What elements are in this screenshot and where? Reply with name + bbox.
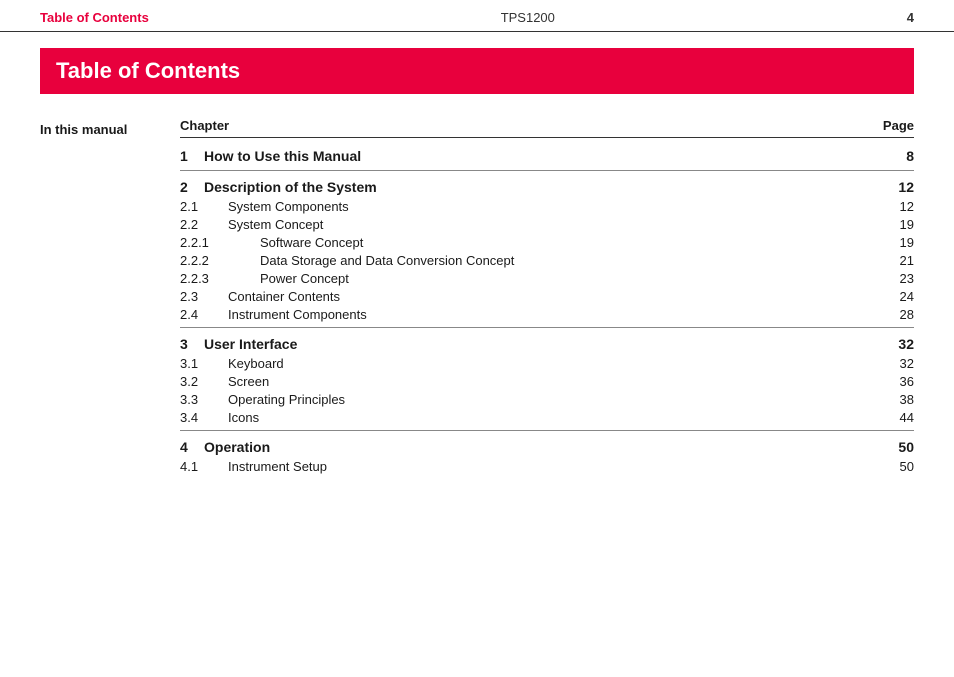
sub-3-2: 3.2 Screen 36 [180, 372, 914, 390]
sub-3-4: 3.4 Icons 44 [180, 408, 914, 426]
sub-4-1: 4.1 Instrument Setup 50 [180, 457, 914, 475]
chapter-3-num: 3 [180, 336, 204, 352]
chapter-3-page: 32 [898, 336, 914, 352]
sub-4-1-title: Instrument Setup [228, 459, 327, 474]
sub-4-1-page: 50 [900, 459, 914, 474]
chapter-2-title: Description of the System [204, 179, 377, 195]
header-right: 4 [907, 10, 914, 25]
subsub-2-2-3: 2.2.3 Power Concept 23 [180, 269, 914, 287]
subsub-2-2-1-page: 19 [900, 235, 914, 250]
chapter-3-entry: 3 User Interface 32 [180, 334, 914, 354]
chapter-1-block: 1 How to Use this Manual 8 [180, 146, 914, 166]
chapter-3-block: 3 User Interface 32 3.1 Keyboard 32 3.2 … [180, 327, 914, 426]
sub-3-2-page: 36 [900, 374, 914, 389]
toc-header-row: Chapter Page [180, 118, 914, 138]
chapter-1-title: How to Use this Manual [204, 148, 361, 164]
sub-3-3: 3.3 Operating Principles 38 [180, 390, 914, 408]
chapter-4-block: 4 Operation 50 4.1 Instrument Setup 50 [180, 430, 914, 475]
sub-3-1-num: 3.1 [180, 356, 228, 371]
chapter-4-num: 4 [180, 439, 204, 455]
toc-col-chapter: Chapter [180, 118, 229, 133]
sub-2-1-num: 2.1 [180, 199, 228, 214]
chapter-1-num: 1 [180, 148, 204, 164]
subsub-2-2-3-num: 2.2.3 [180, 271, 260, 286]
sub-3-1-title: Keyboard [228, 356, 284, 371]
sub-2-3-page: 24 [900, 289, 914, 304]
toc-table: Chapter Page 1 How to Use this Manual 8 … [180, 118, 914, 479]
subsub-2-2-3-page: 23 [900, 271, 914, 286]
chapter-2-num: 2 [180, 179, 204, 195]
title-bar: Table of Contents [40, 48, 914, 94]
subsub-2-2-2-num: 2.2.2 [180, 253, 260, 268]
subsub-2-2-2-title: Data Storage and Data Conversion Concept [260, 253, 514, 268]
subsub-2-2-2: 2.2.2 Data Storage and Data Conversion C… [180, 251, 914, 269]
sub-2-4: 2.4 Instrument Components 28 [180, 305, 914, 323]
chapter-3-title: User Interface [204, 336, 297, 352]
page-title: Table of Contents [56, 58, 898, 84]
chapter-2-entry: 2 Description of the System 12 [180, 177, 914, 197]
sub-2-2-page: 19 [900, 217, 914, 232]
sub-2-2: 2.2 System Concept 19 [180, 215, 914, 233]
subsub-2-2-1: 2.2.1 Software Concept 19 [180, 233, 914, 251]
sub-3-4-title: Icons [228, 410, 259, 425]
sub-2-4-page: 28 [900, 307, 914, 322]
sub-3-3-page: 38 [900, 392, 914, 407]
sub-3-2-title: Screen [228, 374, 269, 389]
sub-3-1: 3.1 Keyboard 32 [180, 354, 914, 372]
sub-3-3-num: 3.3 [180, 392, 228, 407]
chapter-4-entry: 4 Operation 50 [180, 437, 914, 457]
header-center: TPS1200 [501, 10, 555, 25]
sub-3-2-num: 3.2 [180, 374, 228, 389]
sub-2-2-num: 2.2 [180, 217, 228, 232]
sub-2-2-title: System Concept [228, 217, 323, 232]
subsub-2-2-1-title: Software Concept [260, 235, 363, 250]
sub-2-3: 2.3 Container Contents 24 [180, 287, 914, 305]
sub-2-4-num: 2.4 [180, 307, 228, 322]
subsub-2-2-2-page: 21 [900, 253, 914, 268]
page-header: Table of Contents TPS1200 4 [0, 0, 954, 32]
content-area: In this manual Chapter Page 1 How to Use… [0, 94, 954, 499]
subsub-2-2-1-num: 2.2.1 [180, 235, 260, 250]
chapter-1-page: 8 [906, 148, 914, 164]
sub-2-4-title: Instrument Components [228, 307, 367, 322]
sub-2-1-title: System Components [228, 199, 349, 214]
sidebar: In this manual [40, 118, 180, 479]
chapter-2-page: 12 [898, 179, 914, 195]
toc-col-page: Page [883, 118, 914, 133]
chapter-4-title: Operation [204, 439, 270, 455]
sub-2-1-page: 12 [900, 199, 914, 214]
subsub-2-2-3-title: Power Concept [260, 271, 349, 286]
chapter-2-block: 2 Description of the System 12 2.1 Syste… [180, 170, 914, 323]
sub-2-3-title: Container Contents [228, 289, 340, 304]
sub-3-4-num: 3.4 [180, 410, 228, 425]
sub-4-1-num: 4.1 [180, 459, 228, 474]
sub-2-3-num: 2.3 [180, 289, 228, 304]
chapter-4-page: 50 [898, 439, 914, 455]
sub-2-1: 2.1 System Components 12 [180, 197, 914, 215]
sub-3-1-page: 32 [900, 356, 914, 371]
sidebar-label: In this manual [40, 120, 127, 137]
header-left: Table of Contents [40, 10, 149, 25]
sub-3-3-title: Operating Principles [228, 392, 345, 407]
chapter-1-entry: 1 How to Use this Manual 8 [180, 146, 914, 166]
sub-3-4-page: 44 [900, 410, 914, 425]
